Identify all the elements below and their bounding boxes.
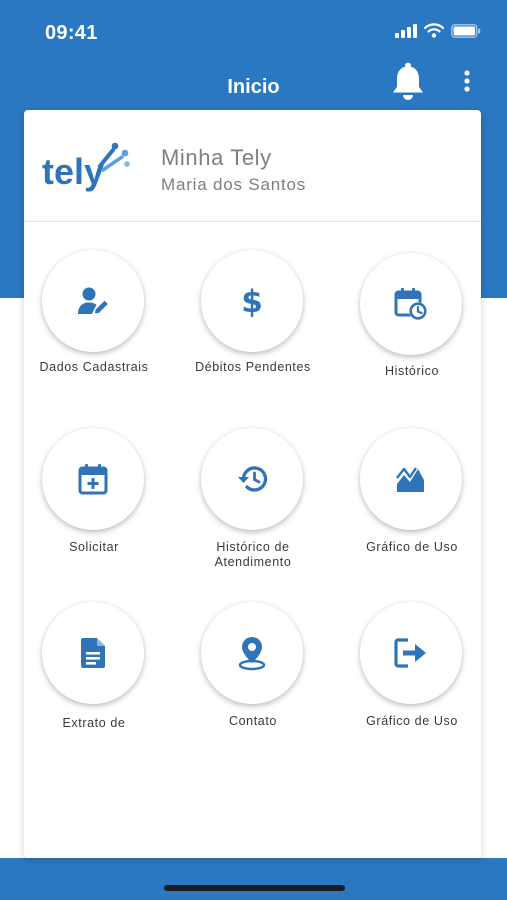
menu-label: Gráfico de Uso [366, 714, 458, 728]
menu-circle[interactable] [360, 428, 462, 530]
calendar-plus-icon [78, 463, 108, 495]
main-card: tely Minha Tely Maria dos Santos Dados C… [24, 110, 481, 858]
menu-tile-historico[interactable]: Histórico [342, 253, 482, 383]
menu-tile-solicitar[interactable]: Solicitar [24, 428, 164, 568]
menu-label: Solicitar [69, 540, 119, 554]
home-indicator [164, 885, 345, 891]
menu-circle[interactable] [42, 602, 144, 704]
svg-text:$: $ [241, 284, 263, 318]
menu-circle[interactable] [201, 602, 303, 704]
more-options-icon[interactable] [456, 68, 478, 96]
menu-tile-debitos-pendentes[interactable]: $ Débitos Pendentes [183, 250, 323, 380]
logout-icon [394, 638, 428, 668]
profile-title: Minha Tely [161, 145, 272, 170]
history-icon [235, 464, 269, 494]
document-icon [80, 637, 106, 669]
menu-circle[interactable]: $ [201, 250, 303, 352]
signal-icon [395, 23, 417, 38]
profile-name: Maria dos Santos [161, 175, 307, 194]
menu-label: Débitos Pendentes [195, 360, 311, 374]
menu-tile-dados-cadastrais[interactable]: Dados Cadastrais [24, 250, 164, 380]
menu-label: Gráfico de Uso [366, 540, 458, 554]
menu-circle[interactable] [42, 250, 144, 352]
menu-label: Contato [229, 714, 277, 728]
status-time: 09:41 [45, 22, 98, 44]
menu-circle[interactable] [201, 428, 303, 530]
menu-tile-grafico-de-uso[interactable]: Gráfico de Uso [342, 428, 482, 568]
notification-bell-icon[interactable] [390, 62, 426, 102]
wifi-icon [424, 23, 444, 38]
menu-label: Dados Cadastrais [39, 360, 149, 374]
menu-circle[interactable] [42, 428, 144, 530]
battery-icon [451, 23, 481, 38]
menu-tile-historico-de-atendimento[interactable]: Histórico de Atendimento [183, 428, 323, 569]
profile-header: tely Minha Tely Maria dos Santos [24, 110, 481, 222]
page-title: Inicio [227, 76, 280, 98]
menu-tile-grafico-de-uso-2[interactable]: Gráfico de Uso [342, 602, 482, 732]
chart-icon [395, 464, 427, 494]
calendar-clock-icon [394, 287, 428, 321]
menu-tile-extrato-de[interactable]: Extrato de [24, 602, 164, 732]
bottom-bar [0, 858, 507, 900]
tely-logo: tely [42, 138, 132, 194]
menu-label: Extrato de [62, 716, 126, 730]
svg-text:tely: tely [42, 151, 104, 192]
menu-label: Histórico [384, 364, 440, 378]
user-edit-icon [77, 286, 109, 316]
dollar-icon: $ [241, 284, 263, 318]
menu-circle[interactable] [360, 253, 462, 355]
location-icon [237, 635, 267, 671]
menu-circle[interactable] [360, 602, 462, 704]
status-icons [395, 23, 481, 38]
menu-tile-contato[interactable]: Contato [183, 602, 323, 732]
menu-label: Histórico de Atendimento [214, 540, 292, 569]
